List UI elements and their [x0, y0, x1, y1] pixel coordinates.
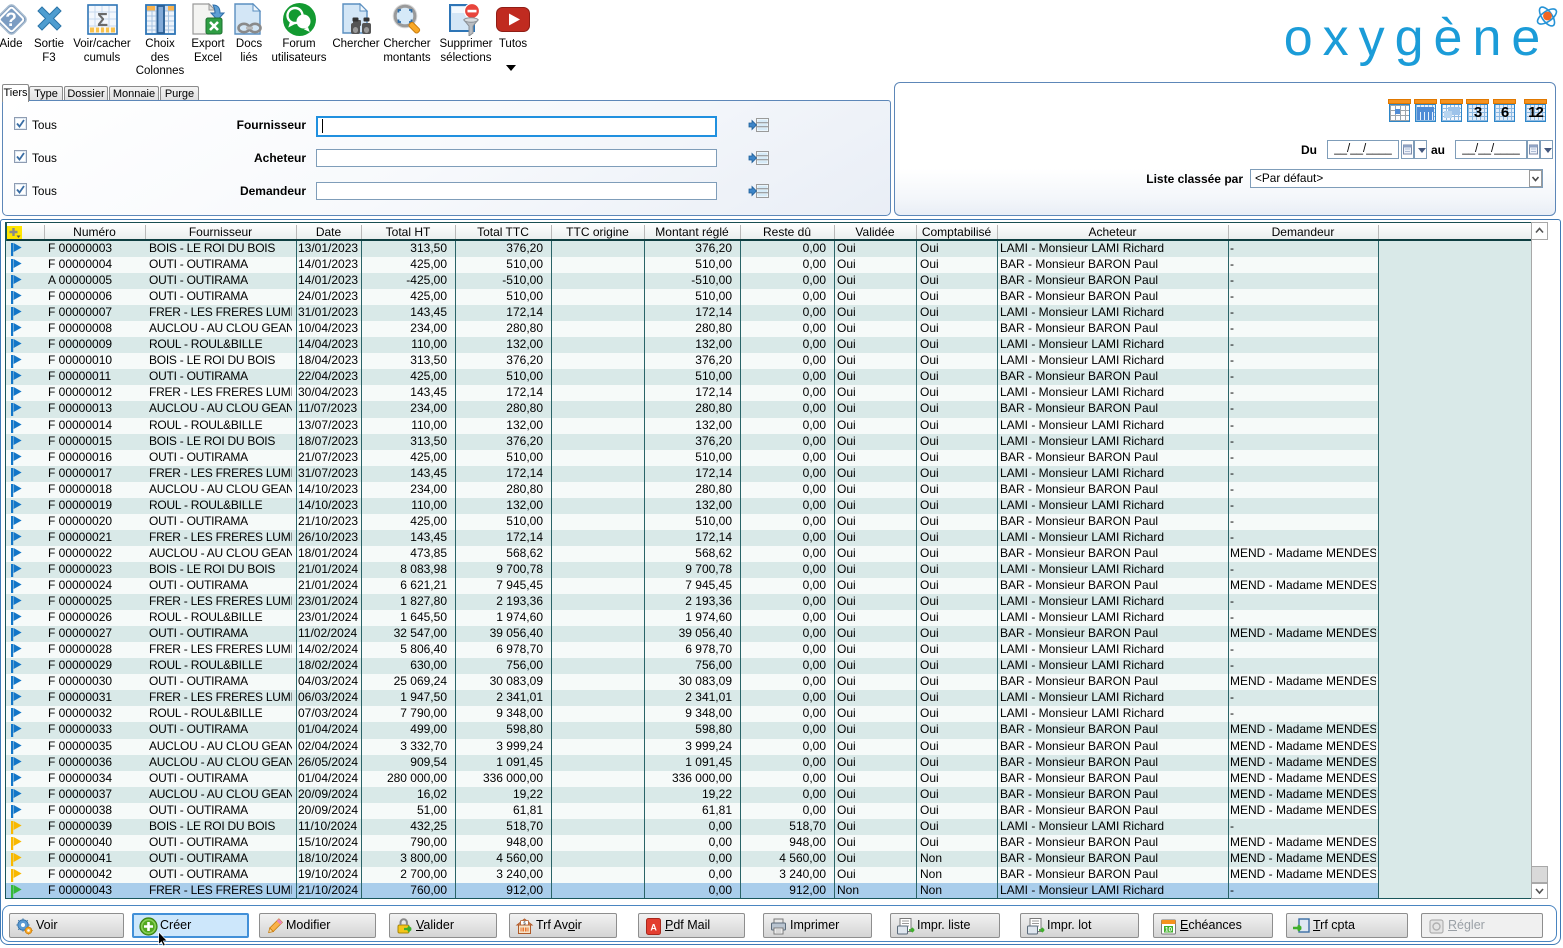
svg-text:?: ? [5, 10, 17, 31]
svg-text:10: 10 [1165, 927, 1173, 934]
svg-text:Σ: Σ [97, 10, 108, 30]
svg-text:A: A [650, 923, 657, 933]
svg-text:$: $ [523, 920, 526, 925]
